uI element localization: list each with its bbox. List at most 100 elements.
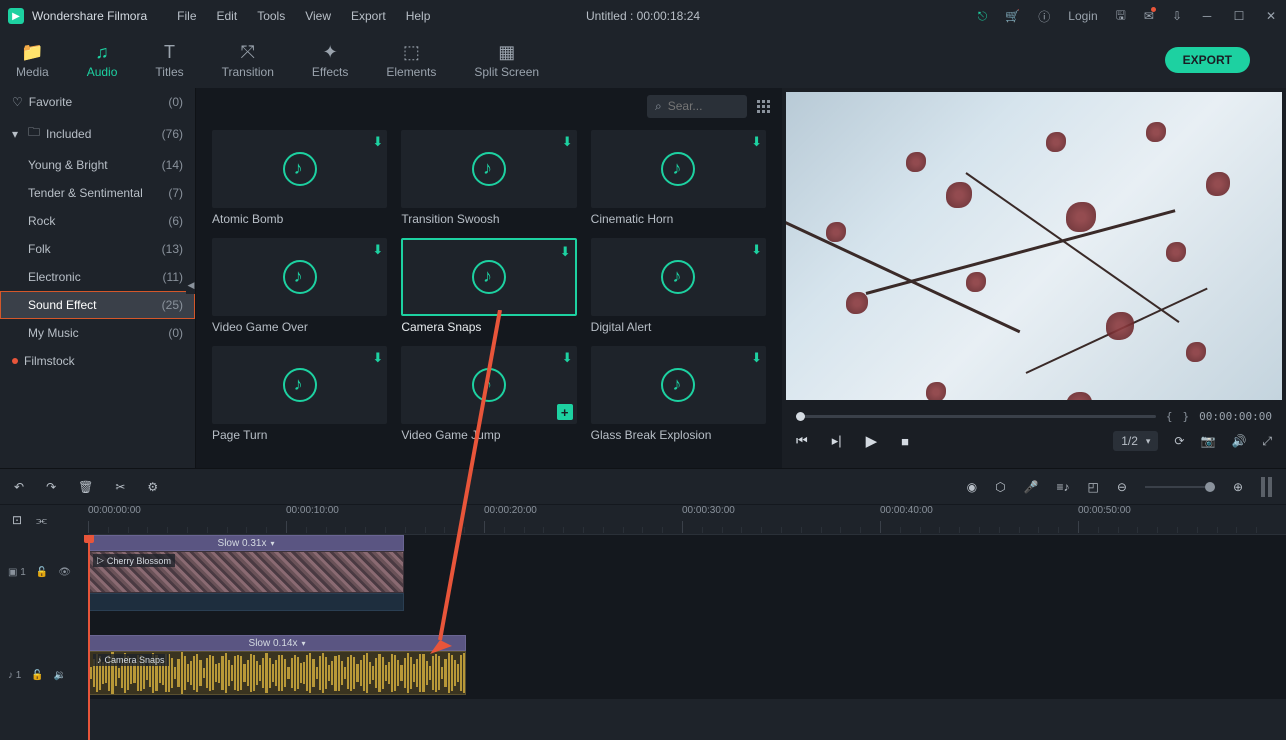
mark-out-icon[interactable]: }	[1183, 410, 1190, 423]
pause-view-icon[interactable]	[1261, 477, 1272, 497]
download-icon[interactable]: ⇩	[1172, 9, 1182, 23]
video-speed-bar[interactable]: Slow 0.31x▾	[88, 535, 404, 551]
marker-icon[interactable]: ⬡	[995, 480, 1005, 494]
menu-view[interactable]: View	[305, 9, 331, 23]
playhead[interactable]	[88, 535, 90, 740]
redo-icon[interactable]: ↷	[46, 480, 56, 494]
audio-speed-bar[interactable]: Slow 0.14x▾	[88, 635, 466, 651]
crop-icon[interactable]: ◰	[1088, 480, 1099, 494]
download-icon[interactable]: ⬇	[372, 242, 383, 258]
menu-tools[interactable]: Tools	[257, 9, 285, 23]
tab-audio[interactable]: ♫Audio	[87, 41, 118, 79]
delete-icon[interactable]: 🗑	[78, 480, 93, 494]
mark-in-icon[interactable]: {	[1166, 410, 1173, 423]
asset-thumb[interactable]: ⬇	[591, 130, 766, 208]
asset-thumb[interactable]: ⬇	[591, 238, 766, 316]
page-selector[interactable]: 1/2▾	[1113, 431, 1158, 451]
render-icon[interactable]: ◉	[967, 480, 977, 494]
download-icon[interactable]: ⬇	[560, 244, 571, 260]
menu-export[interactable]: Export	[351, 9, 386, 23]
collapse-sidebar-icon[interactable]: ◀	[186, 276, 196, 294]
asset-thumb[interactable]: ⬇	[212, 130, 387, 208]
info-icon[interactable]: ⓘ	[1038, 8, 1050, 25]
headset-icon[interactable]: ⎋	[978, 9, 988, 24]
asset-thumb[interactable]: ⬇	[212, 346, 387, 424]
search-input[interactable]: ⌕	[647, 95, 747, 118]
preview-video[interactable]	[786, 92, 1282, 400]
sidebar-tender[interactable]: Tender & Sentimental(7)	[0, 179, 195, 207]
zoom-out-icon[interactable]: ⊖	[1117, 480, 1127, 494]
prev-frame-icon[interactable]: ⏮	[796, 433, 808, 449]
speaker-icon[interactable]: 🔉	[54, 670, 66, 681]
timeline-ruler[interactable]: 00:00:00:0000:00:10:0000:00:20:0000:00:3…	[88, 505, 1286, 535]
tab-transition[interactable]: ⤧Transition	[222, 41, 274, 79]
maximize-icon[interactable]: ☐	[1232, 9, 1246, 23]
sidebar-folk[interactable]: Folk(13)	[0, 235, 195, 263]
scrub-slider[interactable]	[796, 415, 1156, 418]
volume-icon[interactable]: 🔊	[1231, 434, 1246, 448]
download-icon[interactable]: ⬇	[372, 350, 383, 366]
sidebar-sound-effect[interactable]: Sound Effect(25)	[0, 291, 195, 319]
step-back-icon[interactable]: ▸|	[832, 433, 842, 449]
snapshot-icon[interactable]: 📷	[1200, 434, 1215, 448]
play-icon[interactable]: ▶	[866, 432, 878, 450]
asset-thumb[interactable]: ⬇	[401, 130, 576, 208]
sidebar-my-music[interactable]: My Music(0)	[0, 319, 195, 347]
undo-icon[interactable]: ↶	[14, 480, 24, 494]
video-track-head[interactable]: ▣ 1🔓👁	[0, 551, 88, 593]
lock-icon[interactable]: 🔓	[31, 670, 43, 681]
audio-track-head[interactable]: ♪ 1🔓🔉	[0, 651, 88, 699]
sidebar-included[interactable]: ▾🗀Included(76)	[0, 116, 195, 151]
cart-icon[interactable]: 🛒	[1005, 9, 1020, 23]
login-link[interactable]: Login	[1068, 9, 1097, 23]
menu-edit[interactable]: Edit	[217, 9, 238, 23]
menu-file[interactable]: File	[177, 9, 196, 23]
export-button[interactable]: EXPORT	[1165, 47, 1250, 73]
download-icon[interactable]: ⬇	[562, 134, 573, 150]
audio-clip[interactable]: ♪Camera Snaps	[88, 651, 466, 695]
cut-icon[interactable]: ✂	[115, 480, 125, 494]
fullscreen-icon[interactable]: ⤢	[1262, 434, 1272, 449]
close-icon[interactable]: ✕	[1264, 9, 1278, 23]
view-grid-icon[interactable]	[757, 100, 770, 113]
grid-icon: ▦	[498, 41, 515, 63]
download-icon[interactable]: ⬇	[751, 242, 762, 258]
tab-media[interactable]: 📁Media	[16, 41, 49, 79]
fit-width-icon[interactable]: ⊡	[12, 513, 22, 527]
link-icon[interactable]: ⫘	[36, 513, 47, 528]
save-icon[interactable]: 🖫	[1116, 6, 1126, 27]
sidebar-rock[interactable]: Rock(6)	[0, 207, 195, 235]
video-audio-clip[interactable]	[88, 593, 404, 611]
tab-elements[interactable]: ⬚Elements	[386, 41, 436, 79]
eye-icon[interactable]: 👁	[58, 567, 71, 578]
lock-icon[interactable]: 🔓	[36, 567, 48, 578]
stop-icon[interactable]: ■	[901, 434, 909, 449]
asset-thumb[interactable]: ⬇+	[401, 346, 576, 424]
download-icon[interactable]: ⬇	[372, 134, 383, 150]
download-icon[interactable]: ⬇	[751, 134, 762, 150]
asset-thumb[interactable]: ⬇	[212, 238, 387, 316]
sidebar-electronic[interactable]: Electronic(11)	[0, 263, 195, 291]
zoom-in-icon[interactable]: ⊕	[1233, 480, 1243, 494]
menu-help[interactable]: Help	[406, 9, 431, 23]
sidebar-favorite[interactable]: ♡Favorite(0)	[0, 88, 195, 116]
tab-splitscreen[interactable]: ▦Split Screen	[474, 41, 539, 79]
asset-thumb[interactable]: ⬇	[591, 346, 766, 424]
sidebar-filmstock[interactable]: Filmstock	[0, 347, 195, 375]
display-icon[interactable]: ⟳	[1174, 434, 1184, 448]
sidebar-young-bright[interactable]: Young & Bright(14)	[0, 151, 195, 179]
tab-effects[interactable]: ✦Effects	[312, 41, 348, 79]
chevron-down-icon: ▾	[301, 639, 305, 648]
download-icon[interactable]: ⬇	[751, 350, 762, 366]
mail-icon[interactable]: ✉	[1144, 9, 1154, 23]
mic-icon[interactable]: 🎤	[1024, 480, 1039, 494]
add-icon[interactable]: +	[557, 404, 573, 420]
download-icon[interactable]: ⬇	[562, 350, 573, 366]
tab-titles[interactable]: TTitles	[155, 41, 183, 79]
asset-thumb[interactable]: ⬇	[401, 238, 576, 316]
settings-icon[interactable]: ⚙	[147, 480, 158, 494]
video-clip[interactable]: ▷Cherry Blossom	[88, 551, 404, 593]
minimize-icon[interactable]: ─	[1200, 9, 1214, 23]
mixer-icon[interactable]: ≡♪	[1057, 480, 1070, 494]
zoom-slider[interactable]	[1145, 486, 1215, 488]
